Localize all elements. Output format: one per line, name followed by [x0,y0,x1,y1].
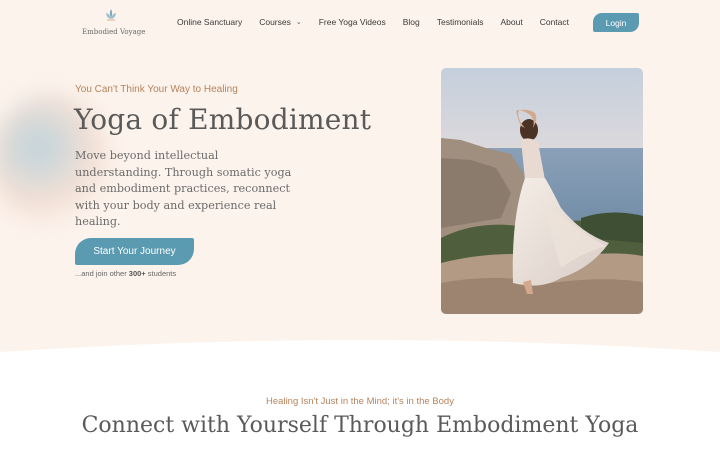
nav-item-contact[interactable]: Contact [540,17,569,27]
start-journey-button[interactable]: Start Your Journey [75,238,194,265]
students-note: ...and join other 300+ students [75,269,176,278]
yoga-woman-photo-image [441,68,643,314]
section-title: Connect with Yourself Through Embodiment… [81,413,639,438]
hero-photo [441,68,643,314]
section-eyebrow: Healing Isn't Just in the Mind; it's in … [266,396,454,407]
nav-item-about[interactable]: About [501,17,523,27]
hero-copy: Move beyond intellectual understanding. … [75,149,292,229]
nav-item-free-yoga-videos[interactable]: Free Yoga Videos [319,17,386,27]
students-suffix: students [145,269,177,278]
nav-item-label: Courses [259,17,291,27]
lotus-icon [106,9,116,21]
students-count: 300+ [128,269,146,278]
nav-item-courses[interactable]: Courses ⌄ [259,17,302,27]
nav-item-blog[interactable]: Blog [403,17,420,27]
students-prefix: ...and join other [75,269,129,278]
nav-item-testimonials[interactable]: Testimonials [437,17,484,27]
hero-eyebrow: You Can't Think Your Way to Healing [75,84,238,95]
nav-item-online-sanctuary[interactable]: Online Sanctuary [177,17,242,27]
login-button[interactable]: Login [593,13,639,32]
chevron-down-icon: ⌄ [295,19,302,26]
main-nav: Online Sanctuary Courses ⌄ Free Yoga Vid… [177,17,569,27]
hero-title: Yoga of Embodiment [74,103,372,136]
brand-logo[interactable]: Embodied Voyage [82,8,146,36]
brand-name: Embodied Voyage [82,28,146,36]
